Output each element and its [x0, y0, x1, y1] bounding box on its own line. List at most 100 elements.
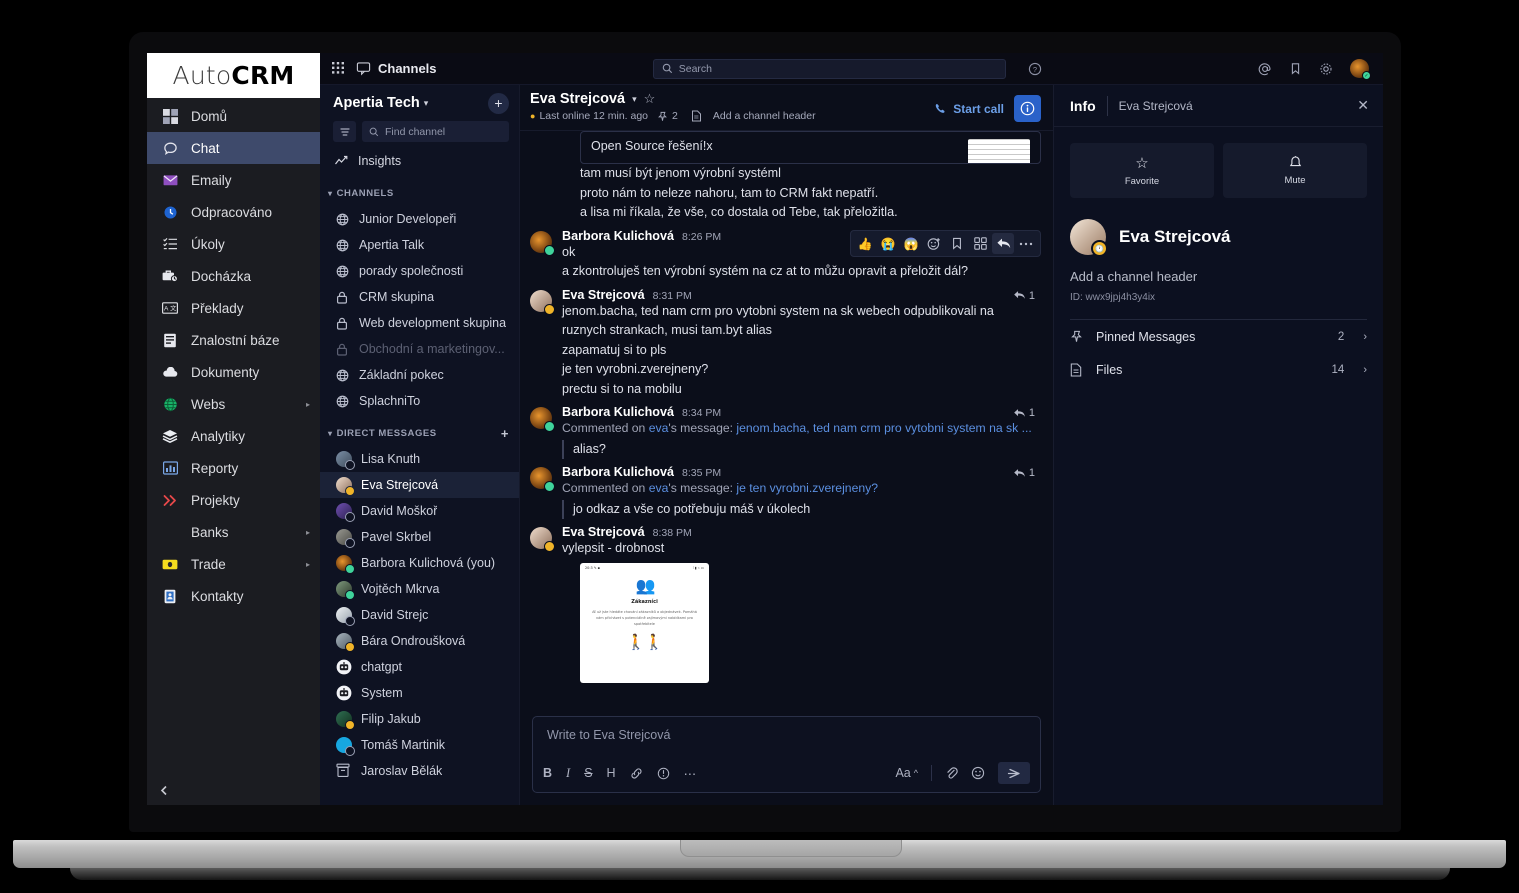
italic-icon[interactable]: I — [566, 766, 570, 781]
message-attachment-image[interactable]: 20:3 ✎ ▪ ⁝ ▮ ⌁ ▭ 👥 Zákazníci Ať už jste hled… — [580, 562, 709, 683]
scream-reaction[interactable]: 😱 — [900, 233, 922, 254]
dm-list-item[interactable]: Tomáš Martinik — [320, 732, 519, 758]
commented-on-reference[interactable]: Commented on eva's message: je ten vyrob… — [562, 479, 1041, 497]
add-dm-button[interactable]: + — [501, 427, 509, 440]
font-size-button[interactable]: Aa ^ — [895, 766, 918, 780]
apps-grid-icon[interactable] — [332, 62, 346, 75]
favorite-button[interactable]: ☆ Favorite — [1070, 143, 1214, 198]
dm-list-item[interactable]: Bára Ondroušková — [320, 628, 519, 654]
channel-list-item[interactable]: Junior Developeři — [320, 206, 519, 232]
at-mention-icon[interactable] — [1258, 62, 1272, 76]
sidebar-item-znalostn-b-ze[interactable]: Znalostní báze — [147, 324, 320, 356]
bold-icon[interactable]: B — [543, 766, 552, 780]
sidebar-item-emaily[interactable]: Emaily — [147, 164, 320, 196]
sidebar-item-banks[interactable]: Banks ▸ — [147, 516, 320, 548]
sob-reaction[interactable]: 😭 — [877, 233, 899, 254]
dm-list-item[interactable]: chatgpt — [320, 654, 519, 680]
add-channel-button[interactable]: + — [488, 92, 509, 114]
reply-count[interactable]: 1 — [1013, 467, 1035, 479]
message-list[interactable]: Open Source řešení!x tam musí být jenom … — [520, 131, 1053, 716]
bookmark-icon[interactable] — [1289, 62, 1302, 75]
composer-input[interactable]: Write to Eva Strejcová — [543, 728, 1030, 742]
dm-list-item[interactable]: System — [320, 680, 519, 706]
comment-user-link[interactable]: eva — [649, 481, 669, 495]
message-composer[interactable]: Write to Eva Strejcová B I S H ⋯ Aa ^ — [532, 716, 1041, 793]
dm-list-item[interactable]: Barbora Kulichová (you) — [320, 550, 519, 576]
message-item[interactable]: Barbora Kulichová 8:35 PM Commented on eva… — [524, 459, 1041, 519]
emoji-plus-icon[interactable] — [923, 233, 945, 254]
channel-list-item[interactable]: porady společnosti — [320, 258, 519, 284]
help-circle-icon[interactable]: ? — [1028, 62, 1042, 76]
sidebar-item-analytiky[interactable]: Analytiky — [147, 420, 320, 452]
sidebar-item-p-eklady[interactable]: A 文 Překlady — [147, 292, 320, 324]
heading-icon[interactable]: H — [607, 766, 616, 780]
sidebar-item-trade[interactable]: Trade ▸ — [147, 548, 320, 580]
user-avatar[interactable]: ✓ — [1349, 59, 1371, 80]
dm-section-header[interactable]: ▾ DIRECT MESSAGES + — [320, 420, 519, 446]
channels-section-header[interactable]: ▾ CHANNELS — [320, 180, 519, 206]
link-icon[interactable] — [630, 767, 643, 780]
sidebar-item-chat[interactable]: Chat — [147, 132, 320, 164]
file-icon[interactable] — [691, 110, 702, 122]
comment-user-link[interactable]: eva — [649, 421, 669, 435]
reply-count[interactable]: 1 — [1013, 407, 1035, 419]
sidebar-item-insights[interactable]: Insights — [320, 148, 519, 174]
global-search-input[interactable]: Search — [652, 58, 1006, 79]
thumbsup-reaction[interactable]: 👍 — [854, 233, 876, 254]
pinned-count-group[interactable]: 2 — [657, 110, 678, 122]
info-row-pinned-messages[interactable]: Pinned Messages 2 › — [1054, 320, 1383, 353]
message-item[interactable]: Eva Strejcová 8:31 PM jenom.bacha, ted nam… — [524, 282, 1041, 400]
add-channel-header-link[interactable]: Add a channel header — [713, 110, 816, 122]
comment-target-link[interactable]: jenom.bacha, ted nam crm pro vytobni sys… — [736, 421, 1031, 435]
channel-list-item[interactable]: Základní pokec — [320, 362, 519, 388]
send-button[interactable] — [998, 762, 1030, 784]
mute-button[interactable]: Mute — [1223, 143, 1367, 198]
info-icon[interactable] — [657, 767, 670, 780]
sidebar-item-projekty[interactable]: Projekty — [147, 484, 320, 516]
dm-list-item[interactable]: Eva Strejcová — [320, 472, 519, 498]
more-icon[interactable] — [1015, 233, 1037, 254]
channel-list-item[interactable]: Apertia Talk — [320, 232, 519, 258]
paperclip-icon[interactable] — [945, 766, 958, 780]
more-icon[interactable]: ⋯ — [684, 766, 697, 781]
comment-target-link[interactable]: je ten vyrobni.zverejneny? — [736, 481, 878, 495]
channel-list-item[interactable]: Obchodní a marketingov... — [320, 336, 519, 362]
start-call-button[interactable]: Start call — [934, 102, 1004, 116]
chevron-down-icon[interactable]: ▾ — [632, 94, 637, 105]
add-channel-header-link[interactable]: Add a channel header — [1054, 255, 1383, 284]
team-switcher[interactable]: Apertia Tech ▾ — [333, 95, 428, 111]
channel-list-item[interactable]: SplachniTo — [320, 388, 519, 414]
channel-list-item[interactable]: CRM skupina — [320, 284, 519, 310]
dm-list-item[interactable]: Lisa Knuth — [320, 446, 519, 472]
toggle-info-panel-button[interactable] — [1014, 95, 1041, 122]
message-item[interactable]: Eva Strejcová 8:38 PM vylepsit - drobnost — [524, 519, 1041, 559]
message-item[interactable]: Barbora Kulichová 8:34 PM Commented on eva… — [524, 399, 1041, 459]
dm-list-item[interactable]: Filip Jakub — [320, 706, 519, 732]
app-logo[interactable]: Auto CRM — [147, 53, 320, 98]
sidebar-item-webs[interactable]: Webs ▸ — [147, 388, 320, 420]
filter-icon[interactable] — [333, 121, 356, 142]
star-outline-icon[interactable]: ☆ — [644, 91, 656, 107]
dm-list-item[interactable]: Pavel Skrbel — [320, 524, 519, 550]
dm-list-item[interactable]: David Moškoř — [320, 498, 519, 524]
chat-title-row[interactable]: Eva Strejcová ▾ ☆ — [530, 91, 816, 107]
sidebar-item-reporty[interactable]: Reporty — [147, 452, 320, 484]
find-channel-input[interactable]: Find channel — [362, 121, 509, 142]
gear-icon[interactable] — [1319, 62, 1333, 76]
sidebar-item-koly[interactable]: Úkoly — [147, 228, 320, 260]
close-icon[interactable]: ✕ — [1357, 97, 1369, 114]
sidebar-item-dom[interactable]: Domů — [147, 100, 320, 132]
sidebar-item-kontakty[interactable]: Kontakty — [147, 580, 320, 612]
reply-icon[interactable] — [992, 233, 1014, 254]
apps-icon[interactable] — [969, 233, 991, 254]
reply-count[interactable]: 1 — [1013, 290, 1035, 302]
quoted-message-card[interactable]: Open Source řešení!x — [580, 131, 1041, 164]
sidebar-collapse-button[interactable] — [147, 775, 320, 805]
info-row-files[interactable]: Files 14 › — [1054, 353, 1383, 386]
sidebar-item-odpracov-no[interactable]: Odpracováno — [147, 196, 320, 228]
channel-list-scroll[interactable]: Insights ▾ CHANNELS Junior Developeři Ape… — [320, 148, 519, 805]
channel-list-item[interactable]: Web development skupina — [320, 310, 519, 336]
commented-on-reference[interactable]: Commented on eva's message: jenom.bacha,… — [562, 419, 1041, 437]
dm-list-item[interactable]: David Strejc — [320, 602, 519, 628]
bookmark-icon[interactable] — [946, 233, 968, 254]
